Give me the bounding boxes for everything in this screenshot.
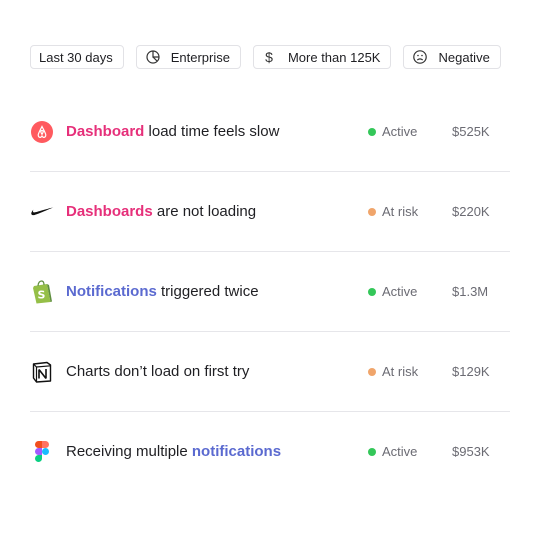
status-label: Active — [382, 444, 418, 459]
status-badge: Active — [368, 284, 417, 299]
status-badge: At risk — [368, 204, 418, 219]
feedback-row[interactable]: Receiving multiple notifications Active … — [30, 412, 510, 491]
keyword-highlight: Dashboards — [66, 203, 153, 220]
status-dot-risk — [368, 367, 376, 376]
account-value: $1.3M — [452, 284, 489, 299]
status-dot-active — [368, 287, 376, 296]
notion-logo-icon — [30, 360, 54, 384]
figma-logo-icon — [30, 440, 54, 464]
filter-date-range-label: Last 30 days — [39, 49, 113, 65]
feedback-row[interactable]: Dashboards are not loading At risk $220K — [30, 172, 510, 252]
feedback-row[interactable]: Charts don’t load on first try At risk $… — [30, 332, 510, 412]
status-badge: Active — [368, 124, 417, 139]
feedback-row[interactable]: Dashboard load time feels slow Active $5… — [30, 92, 510, 172]
filter-segment-label: Enterprise — [170, 49, 230, 65]
feedback-title: Notifications triggered twice — [66, 283, 259, 300]
feedback-title: Dashboard load time feels slow — [66, 123, 279, 140]
svg-text:S: S — [38, 288, 46, 301]
feedback-row[interactable]: S Notifications triggered twice Active $… — [30, 252, 510, 332]
pie-chart-icon — [145, 49, 161, 65]
status-label: Active — [382, 124, 418, 139]
feedback-title: Dashboards are not loading — [66, 203, 256, 220]
status-dot-active — [368, 127, 376, 136]
status-dot-risk — [368, 207, 376, 216]
feedback-text: triggered twice — [156, 283, 259, 300]
filter-sentiment[interactable]: Negative — [403, 45, 501, 69]
status-badge: Active — [368, 444, 417, 459]
filter-bar: Last 30 days Enterprise $ More than 125K… — [30, 45, 501, 69]
keyword-highlight: Notifications — [66, 283, 157, 300]
account-value: $129K — [452, 364, 490, 379]
keyword-highlight: Dashboard — [66, 123, 145, 140]
nike-logo-icon — [30, 200, 54, 224]
keyword-highlight: notifications — [191, 443, 282, 460]
filter-amount[interactable]: $ More than 125K — [252, 45, 392, 69]
shopify-logo-icon: S — [30, 279, 54, 304]
feedback-title: Charts don’t load on first try — [66, 363, 250, 380]
status-dot-active — [368, 447, 376, 456]
status-label: At risk — [382, 204, 419, 219]
filter-sentiment-label: Negative — [438, 49, 490, 65]
account-value: $953K — [452, 444, 490, 459]
dollar-icon: $ — [265, 49, 273, 65]
feedback-list: Dashboard load time feels slow Active $5… — [30, 92, 510, 491]
account-value: $220K — [452, 204, 490, 219]
frown-face-icon — [412, 49, 428, 65]
feedback-text: are not loading — [152, 203, 257, 220]
filter-segment[interactable]: Enterprise — [135, 45, 241, 69]
status-label: Active — [382, 284, 418, 299]
feedback-title: Receiving multiple notifications — [66, 443, 281, 460]
filter-date-range[interactable]: Last 30 days — [30, 45, 124, 69]
filter-amount-label: More than 125K — [287, 49, 381, 65]
feedback-text: Receiving multiple — [66, 443, 192, 460]
status-badge: At risk — [368, 364, 418, 379]
feedback-text: load time feels slow — [144, 123, 280, 140]
status-label: At risk — [382, 364, 419, 379]
airbnb-logo-icon — [30, 120, 54, 144]
account-value: $525K — [452, 124, 490, 139]
